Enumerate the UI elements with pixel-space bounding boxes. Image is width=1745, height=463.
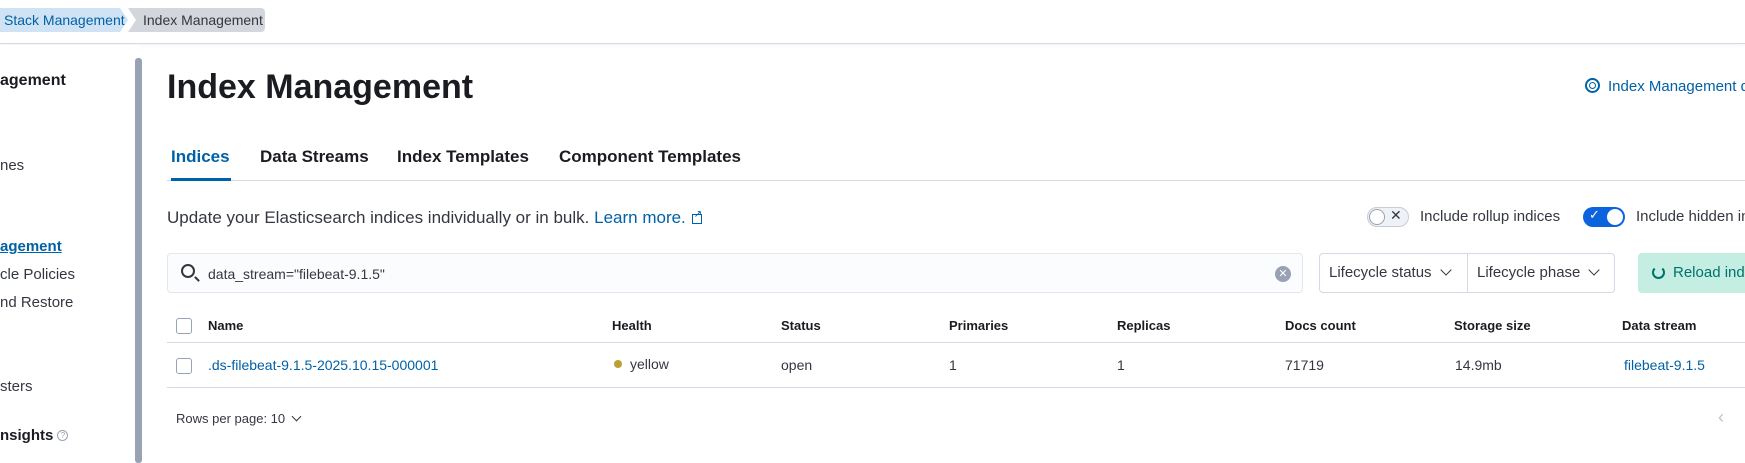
docs-link-label: Index Management d <box>1608 78 1745 95</box>
rows-per-page-selector[interactable]: Rows per page: 10 <box>176 411 302 426</box>
sidebar-heading: agement <box>0 72 66 89</box>
lifecycle-phase-label: Lifecycle phase <box>1477 264 1581 281</box>
search-icon <box>181 264 195 278</box>
description-text: Update your Elasticsearch indices indivi… <box>167 208 590 227</box>
clear-search-icon[interactable]: ✕ <box>1275 266 1291 282</box>
sidebar-subheading-label: nsights <box>0 427 54 444</box>
search-query: data_stream="filebeat-9.1.5" <box>208 266 385 282</box>
sidebar-item-index-management[interactable]: agement <box>0 238 62 255</box>
page-description: Update your Elasticsearch indices indivi… <box>167 208 702 228</box>
tab-bar: Indices Data Streams Index Templates Com… <box>167 140 1745 181</box>
tab-index-templates[interactable]: Index Templates <box>397 147 529 167</box>
sidebar-item-snapshot-restore[interactable]: nd Restore <box>0 294 73 311</box>
hidden-indices-toggle[interactable]: ✓ <box>1583 207 1625 227</box>
tab-component-templates[interactable]: Component Templates <box>559 147 741 167</box>
previous-page-icon[interactable]: ‹ <box>1718 407 1724 428</box>
column-header-status[interactable]: Status <box>781 318 821 333</box>
sidebar-item-lifecycle-policies[interactable]: cle Policies <box>0 266 75 283</box>
health-value: yellow <box>630 356 669 372</box>
select-all-checkbox[interactable] <box>176 318 192 334</box>
replicas-cell: 1 <box>1117 357 1125 373</box>
table-row: .ds-filebeat-9.1.5-2025.10.15-000001 yel… <box>167 344 1745 388</box>
rollup-toggle-label: Include rollup indices <box>1420 208 1561 225</box>
column-header-data-stream[interactable]: Data stream <box>1622 318 1696 333</box>
search-input[interactable]: data_stream="filebeat-9.1.5" ✕ <box>167 253 1303 293</box>
filter-group: Lifecycle status Lifecycle phase <box>1319 253 1615 293</box>
docs-link[interactable]: Index Management d <box>1585 78 1745 95</box>
rollup-toggle[interactable]: ✕ <box>1367 207 1409 227</box>
toggle-knob <box>1607 209 1623 225</box>
reload-button-label: Reload ind <box>1673 264 1745 281</box>
page-title: Index Management <box>167 68 474 106</box>
sidebar-item-remote-clusters[interactable]: sters <box>0 378 33 395</box>
column-header-replicas[interactable]: Replicas <box>1117 318 1170 333</box>
hidden-indices-toggle-label: Include hidden in <box>1636 208 1745 225</box>
refresh-icon <box>1652 266 1665 279</box>
column-header-storage-size[interactable]: Storage size <box>1454 318 1531 333</box>
external-link-icon <box>691 209 702 224</box>
breadcrumb-bar: Stack Management Index Management <box>0 0 1745 44</box>
lifecycle-phase-filter[interactable]: Lifecycle phase <box>1468 254 1616 292</box>
health-status-dot <box>614 360 622 368</box>
tab-data-streams[interactable]: Data Streams <box>260 147 369 167</box>
primaries-cell: 1 <box>949 357 957 373</box>
active-tab-indicator <box>171 178 231 181</box>
column-header-primaries[interactable]: Primaries <box>949 318 1008 333</box>
chevron-down-icon <box>1588 264 1601 276</box>
data-stream-link[interactable]: filebeat-9.1.5 <box>1624 357 1705 373</box>
docs-count-cell: 71719 <box>1285 357 1324 373</box>
question-icon[interactable]: ? <box>57 430 69 441</box>
table-header: Name Health Status Primaries Replicas Do… <box>167 313 1745 343</box>
breadcrumb-stack-management[interactable]: Stack Management <box>0 8 128 32</box>
index-name-link[interactable]: .ds-filebeat-9.1.5-2025.10.15-000001 <box>208 357 438 373</box>
column-header-health[interactable]: Health <box>612 318 652 333</box>
sidebar-item-pipelines[interactable]: nes <box>0 157 24 174</box>
tab-indices[interactable]: Indices <box>171 147 230 167</box>
row-checkbox[interactable] <box>176 358 192 374</box>
sidebar-scrollbar[interactable] <box>135 58 142 463</box>
health-cell: yellow <box>614 356 669 372</box>
learn-more-link[interactable]: Learn more. <box>594 208 702 227</box>
storage-size-cell: 14.9mb <box>1455 357 1502 373</box>
lifecycle-status-filter[interactable]: Lifecycle status <box>1320 254 1468 292</box>
column-header-docs-count[interactable]: Docs count <box>1285 318 1356 333</box>
cross-icon: ✕ <box>1390 207 1402 223</box>
lifebuoy-icon <box>1585 78 1600 93</box>
chevron-down-icon <box>291 411 302 422</box>
sidebar-subheading-insights: nsights? <box>0 427 69 444</box>
breadcrumb-index-management: Index Management <box>128 8 265 32</box>
rows-per-page-label: Rows per page: 10 <box>176 411 286 426</box>
status-cell: open <box>781 357 813 373</box>
learn-more-label: Learn more. <box>594 208 686 227</box>
reload-indices-button[interactable]: Reload ind <box>1638 253 1745 293</box>
chevron-down-icon <box>1439 264 1452 276</box>
lifecycle-status-label: Lifecycle status <box>1329 264 1432 281</box>
column-header-name[interactable]: Name <box>208 318 243 333</box>
check-icon: ✓ <box>1589 207 1600 222</box>
toggle-knob <box>1369 209 1385 225</box>
